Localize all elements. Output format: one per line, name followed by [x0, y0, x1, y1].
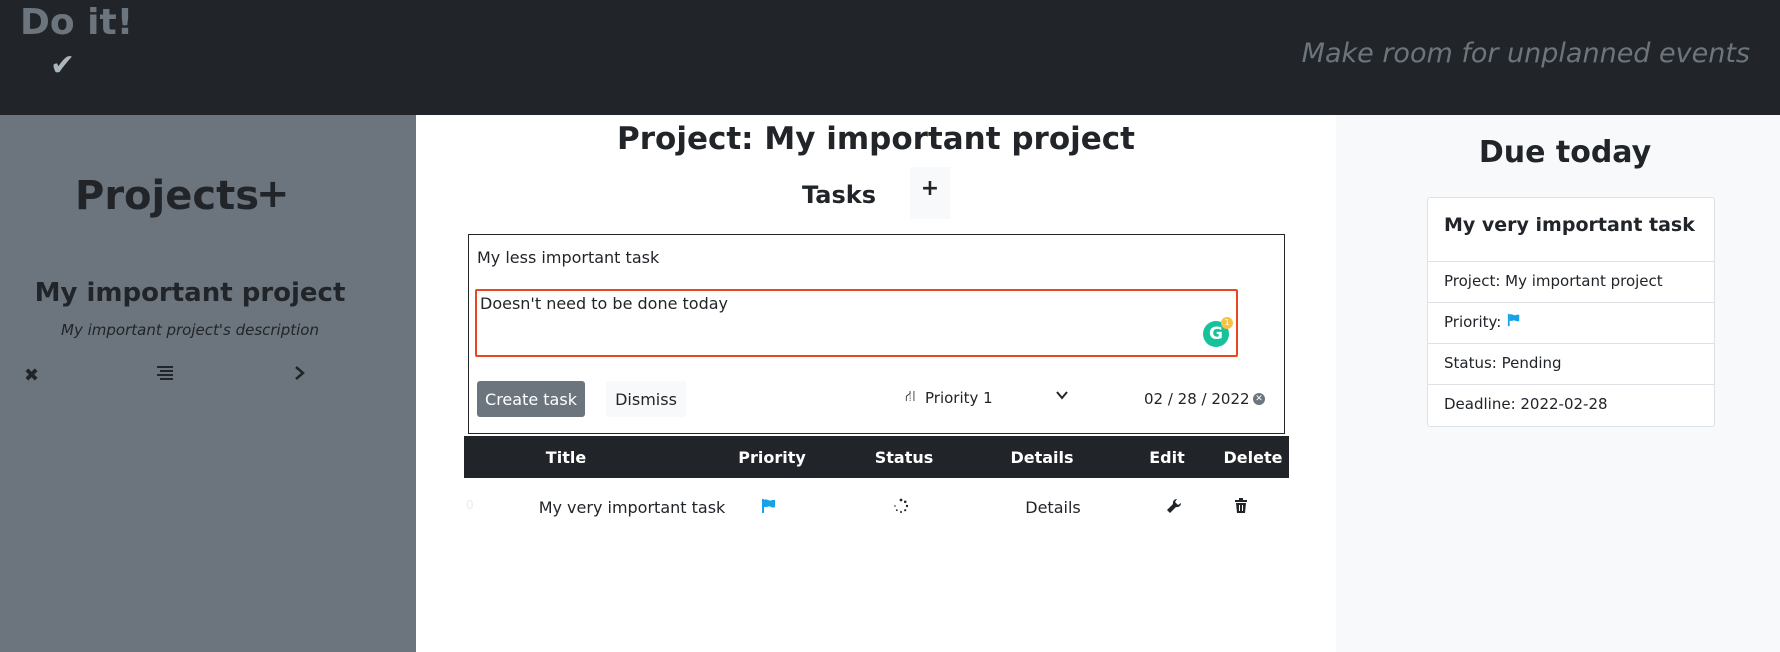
- details-button[interactable]: Details: [1025, 498, 1080, 517]
- deadline-date-input[interactable]: 02 / 28 / 2022: [1144, 390, 1250, 408]
- tasks-table: Title Priority Status Details Edit Delet…: [464, 436, 1289, 538]
- due-task-deadline: Deadline: 2022-02-28: [1444, 395, 1608, 413]
- wrench-icon[interactable]: [1166, 498, 1182, 518]
- close-icon[interactable]: ✖: [24, 365, 39, 386]
- task-form: Doesn't need to be done today G 1 Create…: [468, 234, 1285, 434]
- trash-icon[interactable]: [1234, 498, 1248, 518]
- task-description-textarea[interactable]: Doesn't need to be done today: [475, 289, 1238, 357]
- column-header-edit: Edit: [1149, 448, 1185, 467]
- due-task-priority: Priority:: [1428, 303, 1714, 344]
- column-header-details: Details: [1010, 448, 1074, 467]
- spinner-icon: [893, 498, 909, 518]
- app-header: Do it! ✔ Make room for unplanned events: [0, 0, 1780, 115]
- due-today-panel: Due today My very important task Project…: [1336, 115, 1780, 652]
- priority-icon: ⛙: [905, 387, 916, 405]
- main-content: Project: My important project Tasks + Do…: [416, 115, 1336, 652]
- column-header-status: Status: [874, 448, 934, 467]
- task-title-cell: My very important task: [538, 498, 726, 517]
- projects-title: Projects: [75, 173, 260, 219]
- column-header-title: Title: [545, 448, 587, 467]
- tasks-heading: Tasks: [802, 181, 877, 209]
- table-header: Title Priority Status Details Edit Delet…: [464, 436, 1289, 478]
- task-title-input[interactable]: [477, 245, 1267, 269]
- flag-icon: [761, 498, 777, 518]
- project-name[interactable]: My important project: [0, 278, 380, 308]
- add-task-button[interactable]: +: [910, 167, 950, 219]
- due-today-title: Due today: [1478, 135, 1652, 170]
- dismiss-button[interactable]: Dismiss: [606, 381, 686, 417]
- priority-select[interactable]: ⛙ Priority 1: [905, 387, 1085, 413]
- due-task-card: My very important task Project: My impor…: [1427, 197, 1715, 427]
- due-task-title: My very important task: [1428, 198, 1714, 262]
- grammarly-badge: 1: [1221, 317, 1233, 329]
- add-project-button[interactable]: +: [256, 171, 290, 217]
- clear-date-icon[interactable]: ✕: [1253, 393, 1265, 405]
- row-index: 0: [466, 498, 474, 512]
- column-header-priority: Priority: [738, 448, 806, 467]
- project-description: My important project's description: [61, 321, 319, 339]
- flag-icon: [1506, 313, 1522, 331]
- check-icon: ✔: [50, 48, 76, 83]
- due-task-priority-label: Priority:: [1444, 313, 1502, 331]
- brand-title[interactable]: Do it!: [20, 2, 133, 43]
- table-row: 0 My very important task Details: [464, 478, 1289, 538]
- due-task-project: Project: My important project: [1428, 262, 1714, 303]
- chevron-down-icon: [1055, 387, 1069, 406]
- due-task-status: Status: Pending: [1428, 344, 1714, 385]
- list-icon[interactable]: [157, 365, 175, 386]
- priority-selected-value: Priority 1: [925, 389, 993, 407]
- tagline: Make room for unplanned events: [1301, 38, 1750, 69]
- chevron-right-icon[interactable]: [293, 365, 307, 386]
- create-task-button[interactable]: Create task: [477, 381, 585, 417]
- sidebar: Projects + My important project My impor…: [0, 115, 416, 652]
- page-title: Project: My important project: [617, 121, 1135, 157]
- column-header-delete: Delete: [1223, 448, 1283, 467]
